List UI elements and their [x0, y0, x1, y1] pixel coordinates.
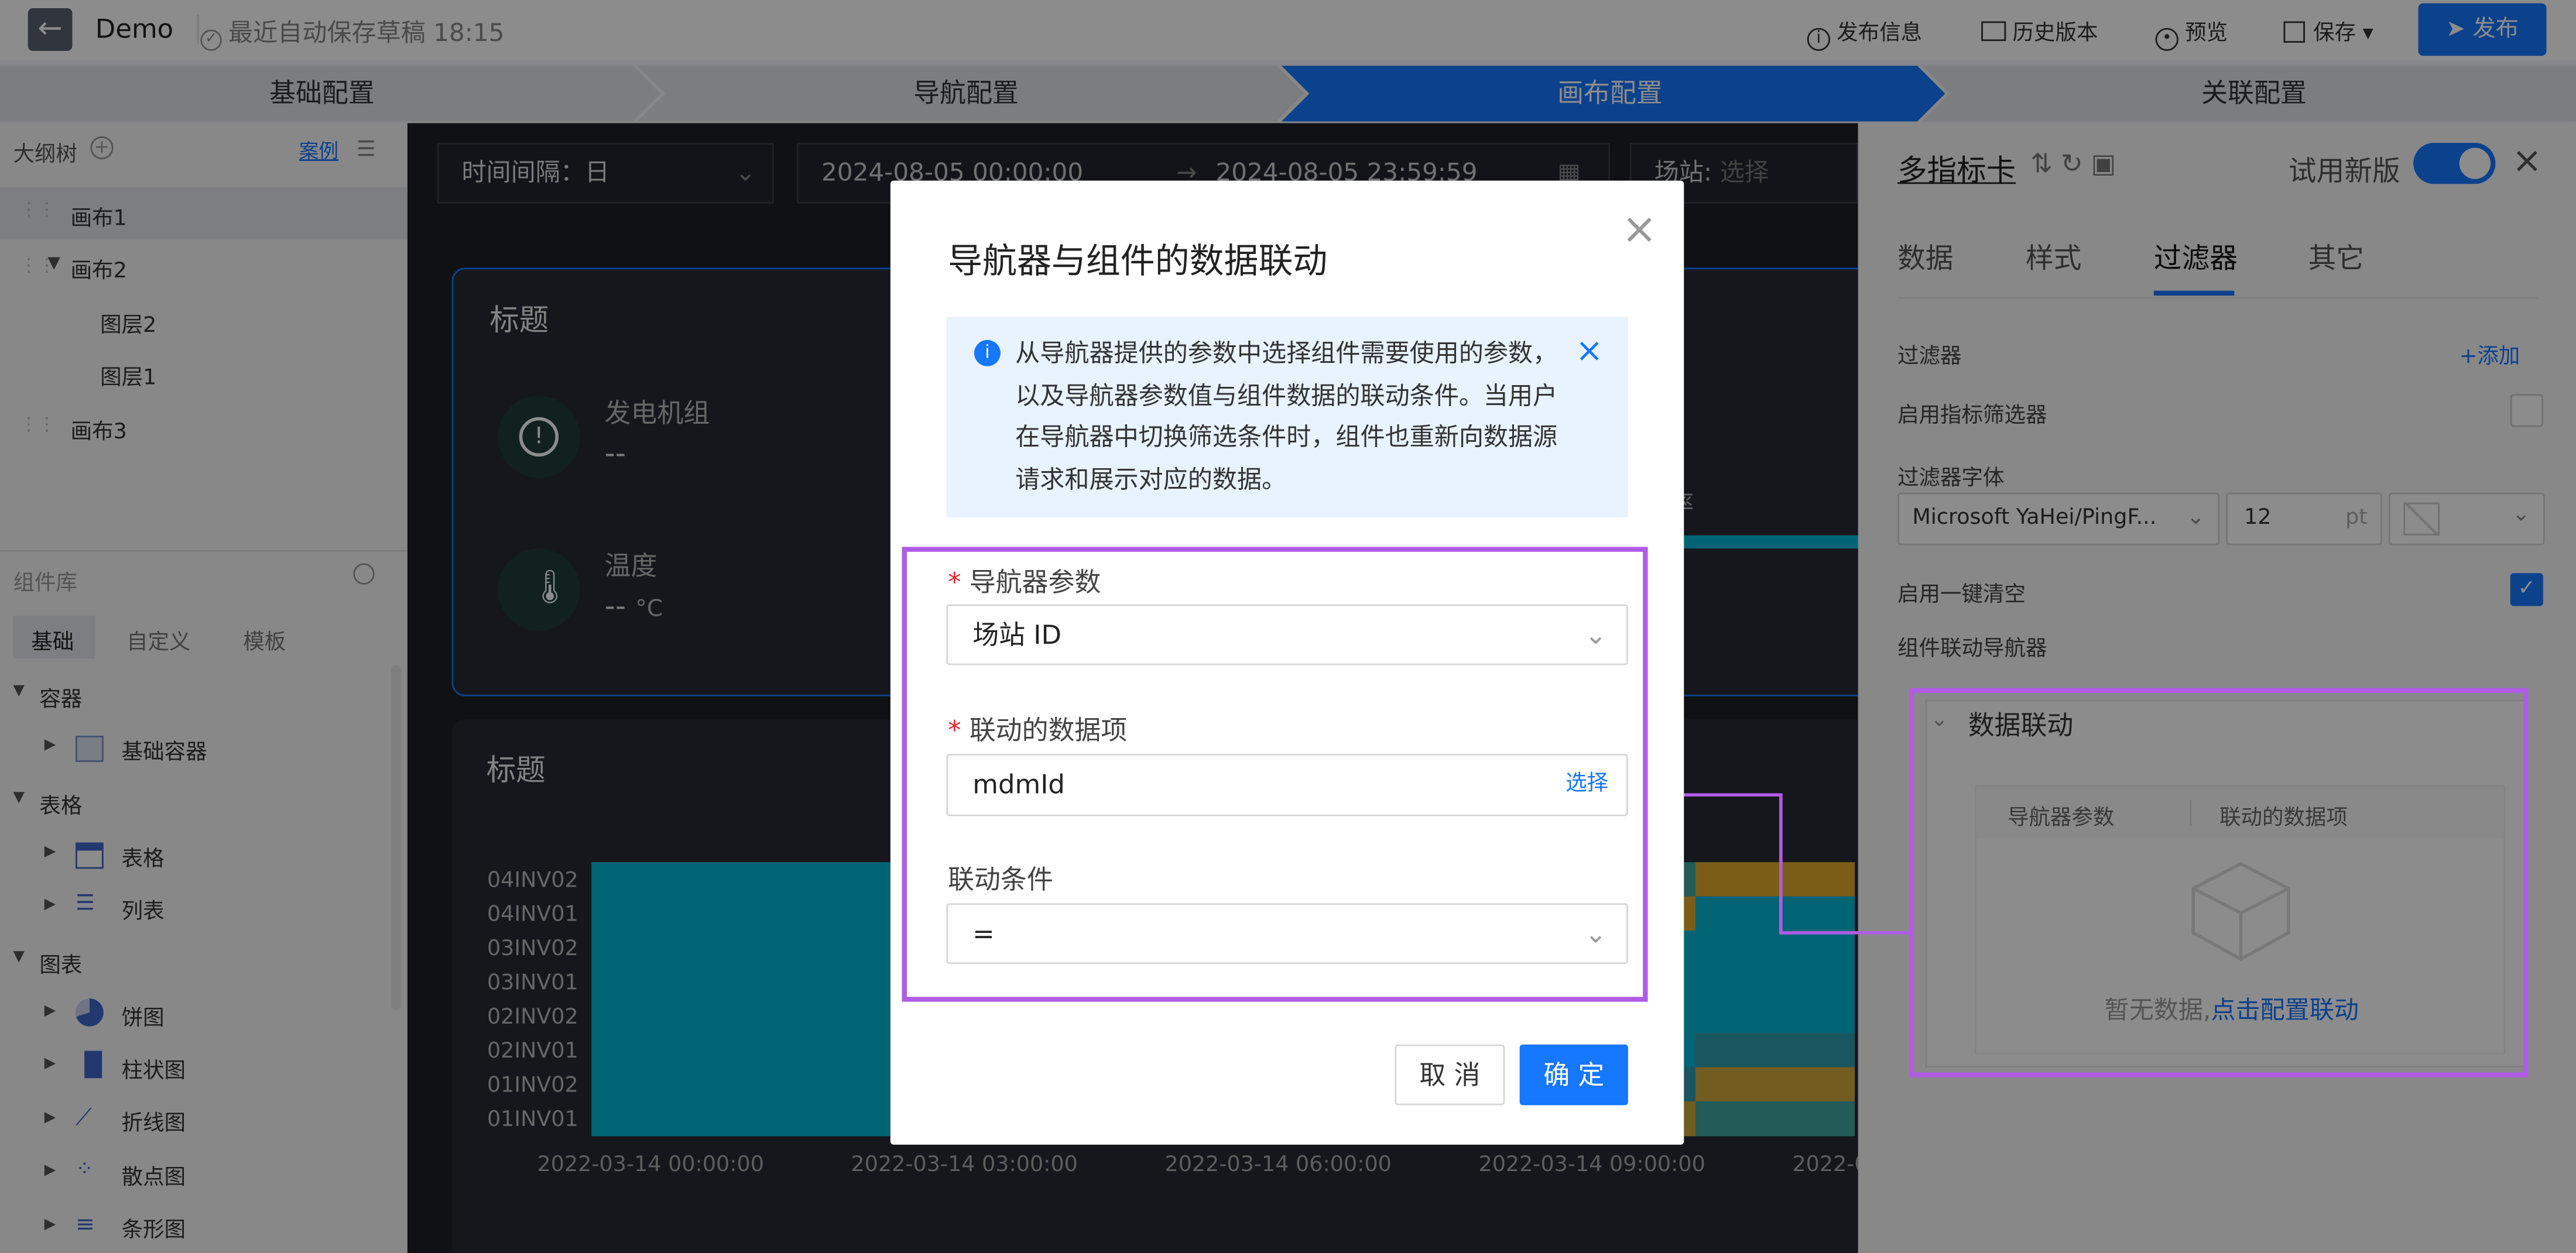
- ok-button[interactable]: 确 定: [1519, 1044, 1628, 1106]
- close-icon[interactable]: ×: [1575, 330, 1603, 369]
- condition-select[interactable]: = ⌄: [946, 903, 1628, 964]
- item-label: * 联动的数据项: [948, 714, 1128, 746]
- modal-title: 导航器与组件的数据联动: [948, 241, 1328, 281]
- chevron-down-icon: ⌄: [1584, 918, 1607, 949]
- data-link-modal: 导航器与组件的数据联动 × i 从导航器提供的参数中选择组件需要使用的参数，以及…: [890, 180, 1684, 1145]
- nav-param-select[interactable]: 场站 ID ⌄: [946, 604, 1628, 665]
- info-text: 从导航器提供的参数中选择组件需要使用的参数，以及导航器参数值与组件数据的联动条件…: [1015, 338, 1558, 494]
- param-label: * 导航器参数: [948, 567, 1101, 598]
- info-icon: i: [974, 339, 1001, 366]
- highlight-box: [1909, 688, 2529, 1077]
- condition-label: 联动条件: [948, 864, 1053, 895]
- chevron-down-icon: ⌄: [1584, 619, 1607, 651]
- data-item-input[interactable]: mdmId 选择: [946, 754, 1628, 816]
- info-alert: i 从导航器提供的参数中选择组件需要使用的参数，以及导航器参数值与组件数据的联动…: [946, 317, 1628, 517]
- close-icon[interactable]: ×: [1622, 205, 1657, 255]
- cancel-button[interactable]: 取 消: [1395, 1044, 1505, 1106]
- select-button[interactable]: 选择: [1566, 756, 1608, 815]
